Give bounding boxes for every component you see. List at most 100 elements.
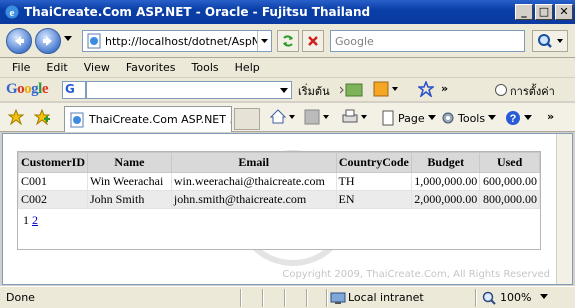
chevron-down-icon xyxy=(280,88,288,93)
column-header: Used xyxy=(479,152,540,173)
table-row: C001 Win Weerachai win.weerachai@thaicre… xyxy=(18,172,540,191)
back-arrow-icon xyxy=(15,36,24,46)
vertical-scrollbar[interactable] xyxy=(556,134,572,284)
cell-customer-id: C001 xyxy=(18,172,88,191)
column-header: Email xyxy=(170,152,337,173)
command-bar: ThaiCreate.Com ASP.NET ... Page Tools ? … xyxy=(0,103,575,132)
status-bar: Done Local intranet 100% xyxy=(0,286,575,308)
customer-grid: CustomerID Name Email CountryCode Budget… xyxy=(17,151,541,250)
ie-logo-icon: e xyxy=(5,5,19,19)
address-dropdown[interactable] xyxy=(257,31,271,51)
status-text: Done xyxy=(6,291,35,304)
help-icon: ? xyxy=(506,111,520,125)
google-start-button[interactable]: เริ่มต้น xyxy=(298,82,330,100)
help-menu-button[interactable]: ? xyxy=(505,110,532,126)
cell-name: John Smith xyxy=(87,190,172,209)
menu-favorites[interactable]: Favorites xyxy=(118,61,184,74)
column-header: Budget xyxy=(411,152,481,173)
customer-table: CustomerID Name Email CountryCode Budget… xyxy=(18,152,540,209)
chevron-down-icon[interactable] xyxy=(540,294,548,300)
cell-budget: 1,000,000.00 xyxy=(411,172,481,191)
security-zone-label[interactable]: Local intranet xyxy=(348,291,424,304)
minimize-button[interactable]: _ xyxy=(515,4,533,20)
cell-budget: 2,000,000.00 xyxy=(411,190,481,209)
back-button[interactable] xyxy=(6,28,32,54)
table-header-row: CustomerID Name Email CountryCode Budget… xyxy=(18,152,540,173)
bookmark-star-icon[interactable] xyxy=(418,81,434,97)
command-more-button[interactable]: » xyxy=(547,110,554,123)
page-content: CustomerID Name Email CountryCode Budget… xyxy=(2,133,573,285)
chevron-down-icon xyxy=(524,115,532,120)
column-header: CountryCode xyxy=(335,152,413,173)
menu-view[interactable]: View xyxy=(76,61,118,74)
maximize-button[interactable]: □ xyxy=(535,4,553,20)
google-settings-button[interactable]: การตั้งค่า xyxy=(510,82,555,100)
gear-icon xyxy=(442,112,454,124)
column-header: CustomerID xyxy=(18,152,88,173)
google-toolbar: Google G เริ่มต้น » การตั้งค่า xyxy=(0,78,575,102)
page-icon xyxy=(70,112,84,127)
menu-file[interactable]: File xyxy=(4,61,38,74)
page-menu-label: Page xyxy=(398,111,425,125)
new-tab-button[interactable] xyxy=(234,108,260,130)
status-divider xyxy=(326,289,328,307)
address-bar[interactable]: http://localhost/dotnet/AspNet xyxy=(82,30,272,52)
refresh-button[interactable] xyxy=(277,30,299,52)
window-title: ThaiCreate.Com ASP.NET - Oracle - Fujits… xyxy=(24,5,371,19)
status-divider xyxy=(262,289,264,307)
url-input[interactable]: http://localhost/dotnet/AspNet xyxy=(105,35,257,48)
page-icon xyxy=(87,33,101,49)
settings-radio-icon xyxy=(495,84,507,96)
status-divider xyxy=(306,289,308,307)
status-divider xyxy=(475,289,477,307)
refresh-icon xyxy=(283,35,293,47)
cell-email: john.smith@thaicreate.com xyxy=(170,190,337,209)
svg-text:?: ? xyxy=(510,113,517,125)
search-input[interactable]: Google xyxy=(330,30,525,52)
cell-name: Win Weerachai xyxy=(87,172,172,191)
cell-email: win.weerachai@thaicreate.com xyxy=(170,172,337,191)
chevron-down-icon xyxy=(261,38,268,43)
status-divider xyxy=(240,289,242,307)
google-selector[interactable]: G xyxy=(62,81,86,99)
picture-icon[interactable] xyxy=(340,83,366,97)
tab-title: ThaiCreate.Com ASP.NET ... xyxy=(89,113,232,126)
zoom-level[interactable]: 100% xyxy=(500,291,531,304)
favorites-star-icon[interactable] xyxy=(8,109,24,125)
menu-edit[interactable]: Edit xyxy=(38,61,75,74)
status-divider xyxy=(284,289,286,307)
tools-menu-label: Tools xyxy=(458,111,486,125)
chevron-down-icon xyxy=(427,115,436,120)
google-more-button[interactable]: » xyxy=(441,82,448,95)
home-icon[interactable] xyxy=(270,109,296,125)
menu-tools[interactable]: Tools xyxy=(184,61,227,74)
recent-pages-chevron-icon[interactable] xyxy=(64,36,72,42)
magnifier-icon xyxy=(538,34,563,48)
google-logo: Google xyxy=(6,81,49,97)
google-search-input[interactable] xyxy=(86,81,292,99)
search-button[interactable] xyxy=(532,30,568,52)
stop-icon xyxy=(308,36,318,46)
table-row: C002 John Smith john.smith@thaicreate.co… xyxy=(18,190,540,209)
close-button[interactable]: ✕ xyxy=(555,4,573,20)
pager: 1 2 xyxy=(18,209,540,249)
chevron-down-icon xyxy=(488,115,497,120)
add-favorite-icon[interactable] xyxy=(34,109,50,125)
stop-button[interactable] xyxy=(302,30,324,52)
intranet-zone-icon xyxy=(330,292,346,304)
cell-country-code: EN xyxy=(335,190,413,209)
page-menu-button[interactable]: Page xyxy=(380,110,436,126)
address-row: http://localhost/dotnet/AspNet Google xyxy=(0,24,575,58)
print-icon[interactable] xyxy=(342,109,368,125)
menu-help[interactable]: Help xyxy=(227,61,268,74)
forward-arrow-icon xyxy=(43,36,52,46)
rss-feeds-icon[interactable] xyxy=(304,109,330,125)
title-bar: e ThaiCreate.Com ASP.NET - Oracle - Fuji… xyxy=(0,0,575,24)
forward-button[interactable] xyxy=(35,28,61,54)
tab-thaicreate[interactable]: ThaiCreate.Com ASP.NET ... xyxy=(64,106,232,132)
blogger-icon[interactable] xyxy=(372,81,400,97)
pager-link-page-2[interactable]: 2 xyxy=(32,213,38,227)
menu-bar: File Edit View Favorites Tools Help xyxy=(0,58,575,78)
tools-menu-button[interactable]: Tools xyxy=(440,110,497,126)
copyright-text: Copyright 2009, ThaiCreate.Com, All Righ… xyxy=(282,269,550,280)
